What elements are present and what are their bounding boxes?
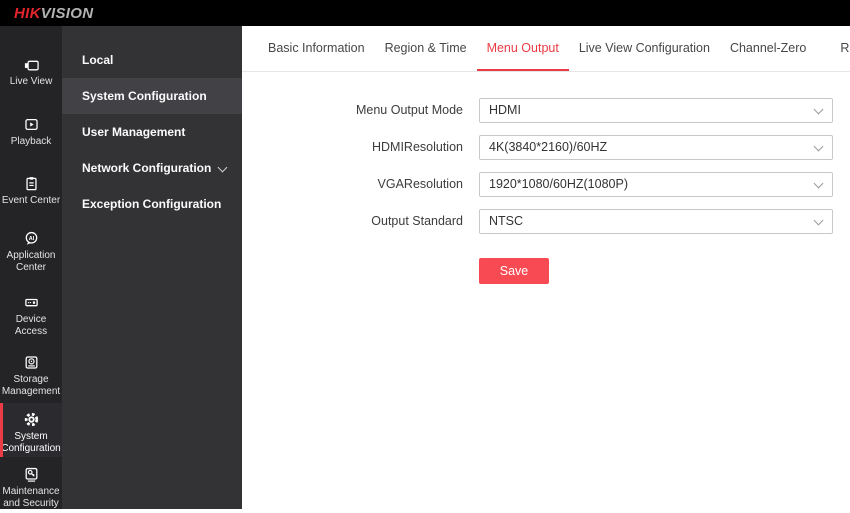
chevron-down-icon xyxy=(813,104,824,115)
application-center-icon: AI xyxy=(23,230,40,247)
live-view-icon xyxy=(23,56,40,73)
top-bar: HIKVISION xyxy=(0,0,850,26)
vga-resolution-select[interactable]: 1920*1080/60HZ(1080P) xyxy=(479,172,833,197)
hikvision-logo: HIKVISION xyxy=(14,5,93,22)
sidebar-item-label: Live View xyxy=(9,76,53,87)
sidebar-item-maintenance-security[interactable]: Maintenance and Security xyxy=(0,466,62,509)
tab-channel-zero[interactable]: Channel-Zero xyxy=(720,26,816,71)
save-button[interactable]: Save xyxy=(479,258,549,284)
menu-item-system-configuration[interactable]: System Configuration xyxy=(62,78,242,114)
tab-live-view-configuration[interactable]: Live View Configuration xyxy=(569,26,720,71)
selected-value: NTSC xyxy=(489,214,524,228)
sidebar-item-application-center[interactable]: AI Application Center xyxy=(0,230,62,273)
menu-item-local[interactable]: Local xyxy=(62,42,242,78)
menu-item-label: User Management xyxy=(82,125,186,139)
maintenance-security-icon xyxy=(23,466,40,483)
storage-management-icon xyxy=(23,354,40,371)
form-row: HDMIResolution 4K(3840*2160)/60HZ xyxy=(242,135,850,160)
selected-value: 1920*1080/60HZ(1080P) xyxy=(489,177,628,191)
svg-text:AI: AI xyxy=(28,236,34,242)
menu-item-network-configuration[interactable]: Network Configuration xyxy=(62,150,242,186)
active-indicator xyxy=(0,403,3,457)
logo-hik: HIK xyxy=(14,4,41,22)
menu-item-user-management[interactable]: User Management xyxy=(62,114,242,150)
sidebar-item-label: Application Center xyxy=(6,250,56,273)
sidebar-item-live-view[interactable]: Live View xyxy=(0,56,62,88)
device-access-icon xyxy=(23,294,40,311)
sidebar-item-label: Maintenance and Security xyxy=(2,486,60,509)
menu-item-label: Network Configuration xyxy=(82,161,212,175)
sidebar-item-label: Playback xyxy=(10,136,52,147)
menu-item-exception-configuration[interactable]: Exception Configuration xyxy=(62,186,242,222)
menu-output-mode-select[interactable]: HDMI xyxy=(479,98,833,123)
chevron-down-icon xyxy=(813,141,824,152)
menu-item-label: Exception Configuration xyxy=(82,197,222,211)
tab-menu-output[interactable]: Menu Output xyxy=(476,26,569,71)
menu-item-label: System Configuration xyxy=(82,89,207,103)
tab-region-time[interactable]: Region & Time xyxy=(375,26,477,71)
menu-output-mode-label: Menu Output Mode xyxy=(355,103,463,117)
vga-resolution-label: VGAResolution xyxy=(377,177,463,191)
selected-value: 4K(3840*2160)/60HZ xyxy=(489,140,608,154)
output-standard-label: Output Standard xyxy=(371,214,463,228)
sidebar-item-system-configuration[interactable]: System Configuration xyxy=(0,403,62,457)
chevron-down-icon xyxy=(813,215,824,226)
sidebar-item-event-center[interactable]: Event Center xyxy=(0,175,62,207)
menu-item-label: Local xyxy=(82,53,114,67)
sidebar-item-label: System Configuration xyxy=(1,431,61,454)
chevron-down-icon xyxy=(813,178,824,189)
sidebar-item-label: Event Center xyxy=(1,195,61,206)
tab-basic-information[interactable]: Basic Information xyxy=(258,26,375,71)
tab-bar: Basic Information Region & Time Menu Out… xyxy=(242,26,850,72)
event-center-icon xyxy=(23,175,40,192)
tab-rs-232[interactable]: RS-232 xyxy=(830,26,850,71)
form-row: VGAResolution 1920*1080/60HZ(1080P) xyxy=(242,172,850,197)
hikvision-config-page: HIKVISION Live View Playback Event Cente… xyxy=(0,0,850,513)
sidebar-item-playback[interactable]: Playback xyxy=(0,116,62,148)
gear-icon xyxy=(23,411,40,428)
sidebar-item-label: Device Access xyxy=(14,314,48,337)
hdmi-resolution-label: HDMIResolution xyxy=(371,140,463,154)
sidebar-item-storage-management[interactable]: Storage Management xyxy=(0,354,62,397)
sidebar-item-device-access[interactable]: Device Access xyxy=(0,294,62,337)
main-sidebar: Live View Playback Event Center AI Appli… xyxy=(0,26,62,509)
sidebar-item-label: Storage Management xyxy=(1,374,61,397)
main-content: Basic Information Region & Time Menu Out… xyxy=(242,26,850,509)
logo-vision: VISION xyxy=(40,4,94,22)
selected-value: HDMI xyxy=(489,103,521,117)
chevron-down-icon xyxy=(217,162,228,173)
config-menu-panel: Local System Configuration User Manageme… xyxy=(62,26,242,509)
menu-output-form: Menu Output Mode HDMI HDMIResolution 4K(… xyxy=(242,72,850,284)
form-row: Output Standard NTSC xyxy=(242,209,850,234)
hdmi-resolution-select[interactable]: 4K(3840*2160)/60HZ xyxy=(479,135,833,160)
playback-icon xyxy=(23,116,40,133)
form-row: Menu Output Mode HDMI xyxy=(242,98,850,123)
output-standard-select[interactable]: NTSC xyxy=(479,209,833,234)
